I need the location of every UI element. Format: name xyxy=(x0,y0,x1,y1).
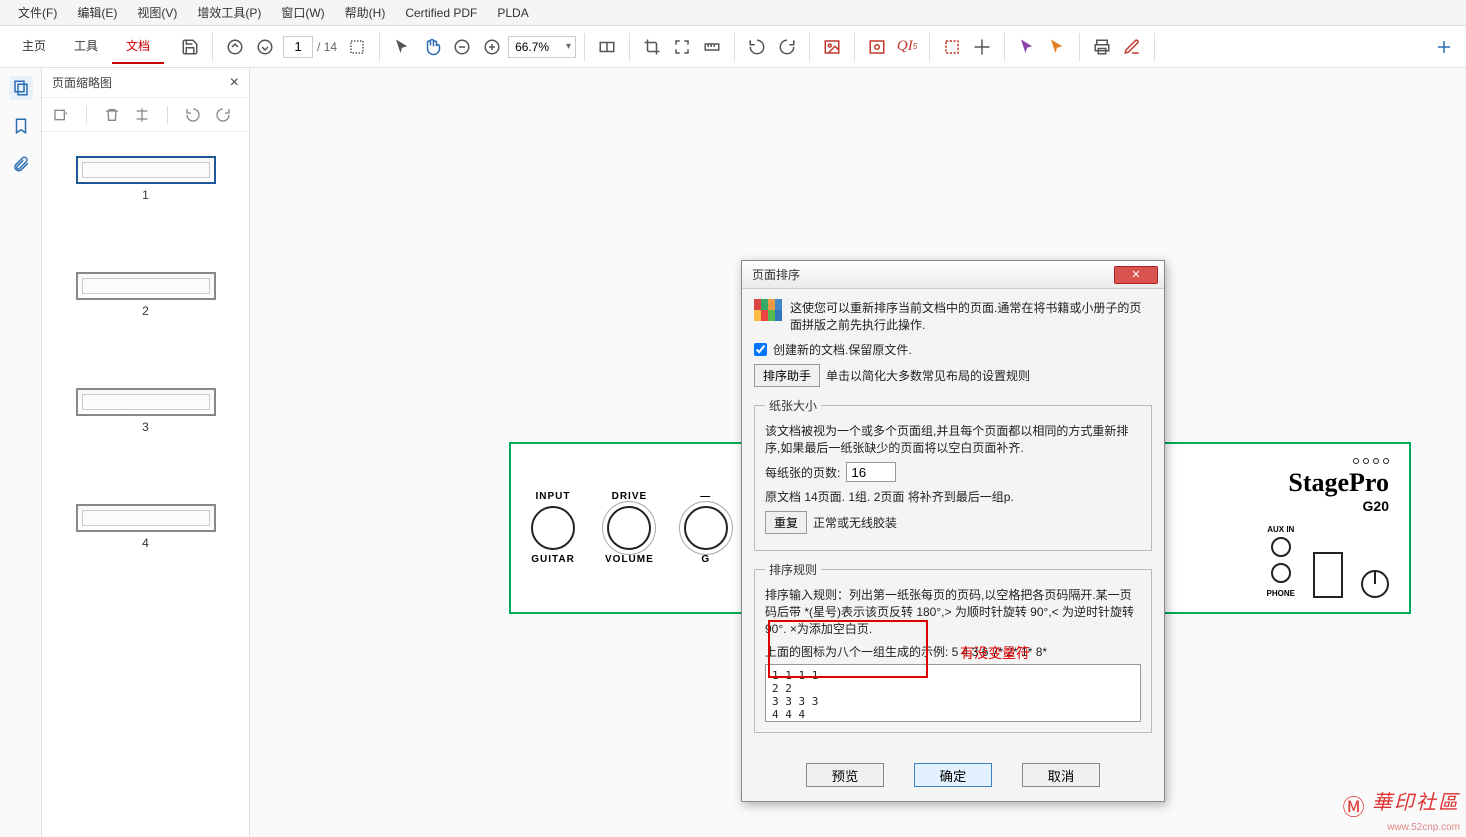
fit-icon[interactable] xyxy=(593,33,621,61)
redo-icon[interactable] xyxy=(212,104,234,126)
dialog-title: 页面排序 xyxy=(752,266,800,283)
fullscreen-icon[interactable] xyxy=(668,33,696,61)
create-new-checkbox[interactable] xyxy=(754,343,767,356)
marquee-icon[interactable] xyxy=(343,33,371,61)
save-icon[interactable] xyxy=(176,33,204,61)
power-icon xyxy=(1361,570,1389,598)
thumbnail-page[interactable] xyxy=(76,388,216,416)
pointer-icon[interactable] xyxy=(388,33,416,61)
thumbnails-list[interactable]: 1 2 3 4 xyxy=(42,132,249,837)
menu-file[interactable]: 文件(F) xyxy=(8,0,67,25)
menu-certified[interactable]: Certified PDF xyxy=(395,2,487,24)
sort-preview-icon xyxy=(754,299,782,321)
menu-window[interactable]: 窗口(W) xyxy=(271,0,334,25)
sort-rules-group: 排序规则 排序输入规则：列出第一纸张每页的页码,以空格把各页码隔开.某一页码后带… xyxy=(754,561,1152,733)
hand-icon[interactable] xyxy=(418,33,446,61)
knob-icon xyxy=(607,506,651,550)
watermark-icon: Ⓜ xyxy=(1343,790,1365,822)
page-number-input[interactable] xyxy=(283,36,313,58)
paper-size-group: 纸张大小 该文档被视为一个或多个页面组,并且每个页面都以相同的方式重新排序,如果… xyxy=(754,397,1152,551)
thumbnails-panel: 页面缩略图 × 1 2 3 4 xyxy=(42,68,250,837)
select-orange-icon[interactable] xyxy=(1043,33,1071,61)
add-icon[interactable] xyxy=(1430,33,1458,61)
knob-icon xyxy=(531,506,575,550)
options-icon[interactable] xyxy=(50,104,72,126)
menu-plugins[interactable]: 增效工具(P) xyxy=(187,0,271,25)
rotate-right-icon[interactable] xyxy=(773,33,801,61)
menu-edit[interactable]: 编辑(E) xyxy=(67,0,127,25)
point-icon[interactable] xyxy=(968,33,996,61)
qi-icon[interactable]: QI5 xyxy=(893,33,921,61)
rotate-left-icon[interactable] xyxy=(743,33,771,61)
attachment-icon[interactable] xyxy=(9,152,33,176)
panel-title: 页面缩略图 xyxy=(52,74,112,91)
menu-plda[interactable]: PLDA xyxy=(487,2,538,24)
tab-home[interactable]: 主页 xyxy=(8,29,60,64)
thumbnails-icon[interactable] xyxy=(9,76,33,100)
repeat-button[interactable]: 重复 xyxy=(765,511,807,534)
jack-icon xyxy=(1271,537,1291,557)
page-sort-dialog: 页面排序 ✕ 这使您可以重新排序当前文档中的页面.通常在将书籍或小册子的页面拼版… xyxy=(741,260,1165,802)
thumbnail-page[interactable] xyxy=(76,504,216,532)
annotation-text: 有没变量符 xyxy=(960,643,1030,663)
jack-icon xyxy=(1271,563,1291,583)
select-purple-icon[interactable] xyxy=(1013,33,1041,61)
print-icon[interactable] xyxy=(1088,33,1116,61)
slot-icon xyxy=(1313,552,1343,598)
left-sidebar xyxy=(0,68,42,837)
page-up-icon[interactable] xyxy=(221,33,249,61)
image-icon[interactable] xyxy=(818,33,846,61)
knob-icon xyxy=(684,506,728,550)
page-down-icon[interactable] xyxy=(251,33,279,61)
crop-icon[interactable] xyxy=(638,33,666,61)
pages-per-sheet-input[interactable] xyxy=(846,462,896,482)
menu-help[interactable]: 帮助(H) xyxy=(335,0,396,25)
delete-icon[interactable] xyxy=(101,104,123,126)
dialog-close-button[interactable]: ✕ xyxy=(1114,266,1158,284)
cancel-button[interactable]: 取消 xyxy=(1022,763,1100,787)
menu-view[interactable]: 视图(V) xyxy=(127,0,187,25)
thumbnail-page[interactable] xyxy=(76,272,216,300)
sort-helper-button[interactable]: 排序助手 xyxy=(754,364,820,387)
zoom-select[interactable]: 66.7% xyxy=(508,36,576,58)
page-total: / 14 xyxy=(317,40,337,54)
panel-close-icon[interactable]: × xyxy=(230,74,239,92)
rules-textarea[interactable]: 1 1 1 1 2 2 3 3 3 3 4 4 4 xyxy=(765,664,1141,722)
thumbnail-page[interactable] xyxy=(76,156,216,184)
zoom-in-icon[interactable] xyxy=(478,33,506,61)
watermark: Ⓜ 華印社區 www.52cnp.com xyxy=(1343,786,1460,833)
dialog-intro: 这使您可以重新排序当前文档中的页面.通常在将书籍或小册子的页面拼版之前先执行此操… xyxy=(790,299,1152,333)
undo-icon[interactable] xyxy=(182,104,204,126)
toolbar: 主页 工具 文档 / 14 66.7% QI5 xyxy=(0,26,1466,68)
measure-icon[interactable] xyxy=(698,33,726,61)
inspect-icon[interactable] xyxy=(863,33,891,61)
tab-document[interactable]: 文档 xyxy=(112,29,164,64)
preview-button[interactable]: 预览 xyxy=(806,763,884,787)
tab-tools[interactable]: 工具 xyxy=(60,29,112,64)
zoom-out-icon[interactable] xyxy=(448,33,476,61)
menu-bar: 文件(F) 编辑(E) 视图(V) 增效工具(P) 窗口(W) 帮助(H) Ce… xyxy=(0,0,1466,26)
bounds-icon[interactable] xyxy=(938,33,966,61)
bookmark-icon[interactable] xyxy=(9,114,33,138)
edit-icon[interactable] xyxy=(1118,33,1146,61)
ok-button[interactable]: 确定 xyxy=(914,763,992,787)
split-icon[interactable] xyxy=(131,104,153,126)
